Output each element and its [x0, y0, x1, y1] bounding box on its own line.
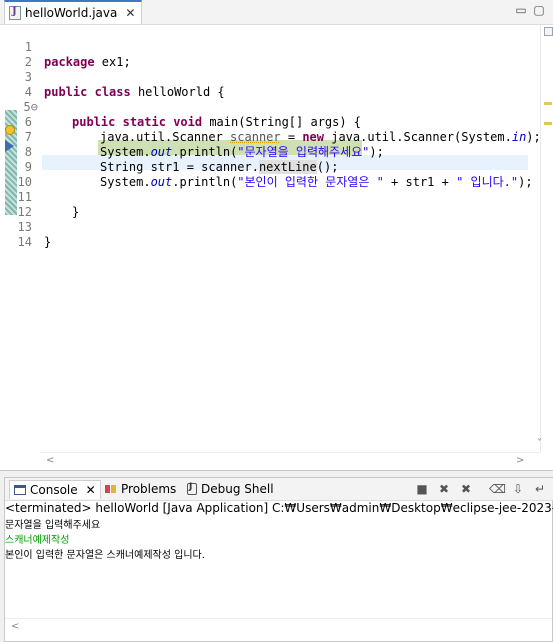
- warning-marker[interactable]: [544, 102, 552, 105]
- console-icon: [14, 485, 26, 495]
- tab-console[interactable]: Console ✕: [9, 480, 101, 499]
- tab-debug-shell[interactable]: Debug Shell: [187, 480, 274, 498]
- code-line: 5⊖ public static void main(String[] args…: [0, 85, 530, 129]
- console-output[interactable]: 문자열을 입력해주세요 스캐너예제작성 본인이 입력한 문자열은 스캐너예제작성…: [5, 518, 553, 563]
- scroll-down-icon[interactable]: ˅: [537, 438, 542, 449]
- java-file-icon: [9, 6, 21, 20]
- console-output-line: 문자열을 입력해주세요: [5, 520, 101, 531]
- code-line: 8 String str1 = scanner.nextLine();: [0, 130, 530, 174]
- minimize-icon[interactable]: ▭: [514, 3, 528, 17]
- code-line: 3 public class helloWorld {: [0, 55, 530, 99]
- problems-icon: [105, 483, 117, 495]
- console-horizontal-scrollbar[interactable]: <: [5, 618, 552, 636]
- console-tab-bar: Console ✕ Problems Debug Shell ■ ✖ ✖ ⌫ ⇩…: [5, 478, 553, 501]
- clear-console-icon[interactable]: ⌫: [489, 482, 506, 496]
- scroll-lock-icon[interactable]: ⇩: [511, 482, 525, 496]
- console-output-line: 본인이 입력한 문자열은 스캐너예제작성 입니다.: [5, 550, 205, 561]
- code-line: 9 System.out.println("본인이 입력한 문자열은 " + s…: [0, 145, 533, 189]
- scroll-left-icon[interactable]: <: [46, 455, 54, 466]
- remove-launch-icon[interactable]: ✖: [437, 482, 451, 496]
- editor-panel: helloWorld.java ✕ ▭ ▢ 1 package ex1; 2 3…: [0, 0, 553, 471]
- code-line: 6 java.util.Scanner scanner = new java.u…: [0, 100, 541, 144]
- terminate-icon[interactable]: ■: [415, 482, 429, 496]
- console-panel: Console ✕ Problems Debug Shell ■ ✖ ✖ ⌫ ⇩…: [4, 477, 553, 642]
- code-text: }: [44, 235, 52, 249]
- console-launch-description: <terminated> helloWorld [Java Applicatio…: [5, 501, 553, 515]
- code-line: 1 package ex1;: [0, 25, 530, 69]
- tab-label: Console: [30, 483, 78, 497]
- code-line: 13 }: [0, 205, 530, 249]
- occurrence-marker[interactable]: [544, 122, 552, 125]
- horizontal-scrollbar[interactable]: < >: [40, 452, 540, 470]
- code-line: 14: [0, 220, 530, 249]
- code-line: 12: [0, 190, 530, 219]
- debug-shell-icon: [187, 482, 197, 495]
- tab-problems[interactable]: Problems: [105, 480, 176, 498]
- overview-ruler[interactable]: [540, 25, 553, 452]
- tab-label: Debug Shell: [201, 482, 274, 496]
- scroll-right-icon[interactable]: >: [516, 455, 524, 466]
- line-number: 14: [17, 235, 32, 249]
- overview-ruler-summary-icon: [544, 27, 553, 36]
- code-line: 7 System.out.println("문자열을 입력해주세요");: [0, 115, 530, 159]
- close-icon[interactable]: ✕: [125, 6, 135, 20]
- scroll-left-icon[interactable]: <: [11, 621, 19, 632]
- editor-tab-label: helloWorld.java: [25, 6, 118, 20]
- editor-tab-helloworld[interactable]: helloWorld.java ✕: [4, 0, 143, 24]
- console-user-input-line: 스캐너예제작성: [5, 535, 70, 546]
- editor-tab-bar: helloWorld.java ✕ ▭ ▢: [0, 0, 553, 25]
- code-line: 11 }: [0, 175, 530, 219]
- close-icon[interactable]: ✕: [86, 483, 96, 497]
- maximize-icon[interactable]: ▢: [532, 3, 546, 17]
- word-wrap-icon[interactable]: ↵: [533, 482, 547, 496]
- code-line: 2: [0, 40, 530, 69]
- tab-label: Problems: [121, 482, 177, 496]
- code-line: 10: [0, 160, 530, 189]
- code-area[interactable]: 1 package ex1; 2 3 public class helloWor…: [0, 25, 541, 452]
- code-line: 4: [0, 70, 530, 99]
- remove-all-terminated-icon[interactable]: ✖: [459, 482, 473, 496]
